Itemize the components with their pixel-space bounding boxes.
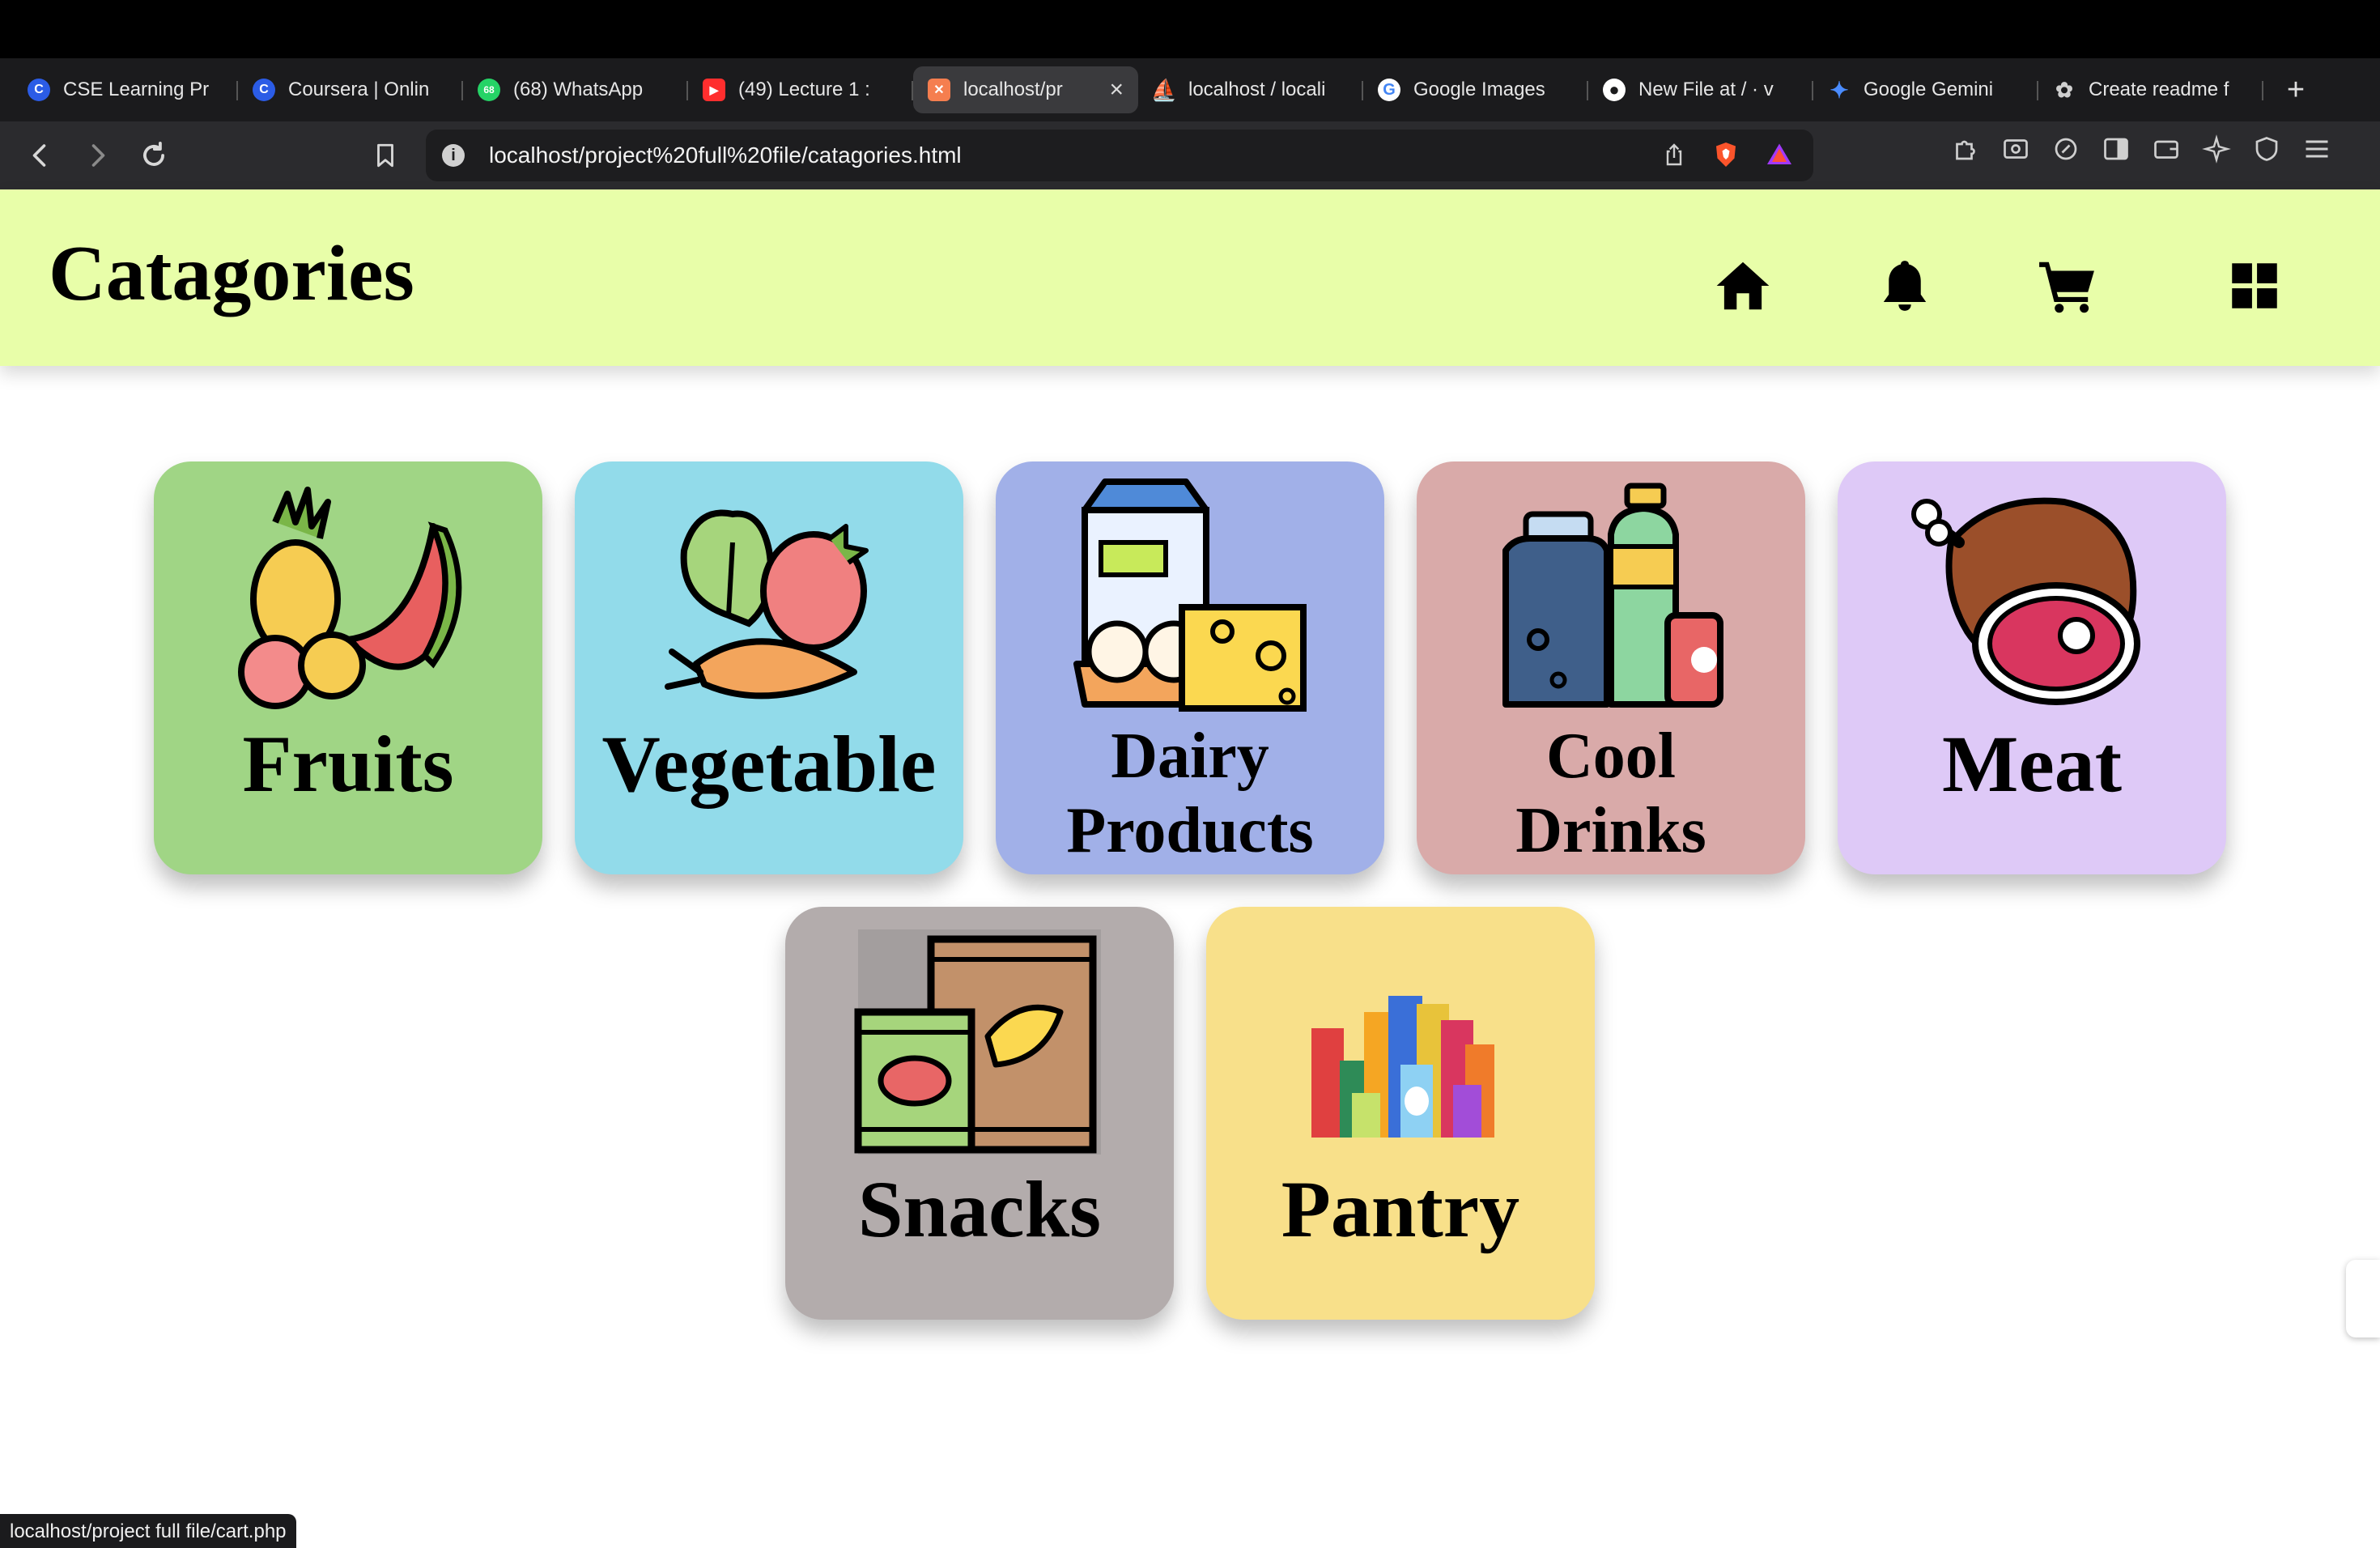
ai-sparkle-icon[interactable] <box>2202 134 2231 164</box>
google-icon: G <box>1378 79 1400 101</box>
reload-button[interactable] <box>130 131 178 180</box>
chatgpt-icon: ✿ <box>2055 77 2073 102</box>
side-panel-handle[interactable] <box>2346 1260 2380 1337</box>
browser-tab[interactable]: 68 (68) WhatsApp <box>463 66 688 113</box>
category-label: Meat <box>1941 719 2123 809</box>
share-icon[interactable] <box>1661 140 1687 169</box>
screenshot-icon[interactable] <box>2001 134 2030 164</box>
forward-button[interactable] <box>73 131 121 180</box>
coursera-icon: C <box>28 79 50 101</box>
chevron-right-icon <box>91 144 105 167</box>
vpn-shield-icon[interactable] <box>2252 134 2281 164</box>
xampp-icon: ✕ <box>928 79 950 101</box>
browser-tab[interactable]: ⛵ localhost / locali <box>1138 66 1363 113</box>
snacks-icon <box>850 923 1109 1158</box>
browser-tab[interactable]: ● New File at / · v <box>1588 66 1813 113</box>
category-label-line1: Dairy <box>1111 721 1269 792</box>
coursera-icon: C <box>253 79 275 101</box>
address-bar[interactable]: i localhost/project%20full%20file/catago… <box>426 130 1813 181</box>
home-icon[interactable] <box>1713 256 1773 316</box>
tab-label: localhost / locali <box>1188 79 1326 100</box>
github-icon: ● <box>1603 79 1626 101</box>
tab-label: Google Images <box>1413 79 1545 100</box>
category-card-pantry[interactable]: Pantry <box>1206 907 1595 1320</box>
window-titlebar <box>0 0 2380 58</box>
browser-tab[interactable]: ▶ (49) Lecture 1 : <box>688 66 913 113</box>
category-label: Fruits <box>242 719 454 809</box>
tab-strip: C CSE Learning Pr C Coursera | Onlin 68 … <box>0 58 2380 121</box>
gemini-icon: ✦ <box>1830 77 1849 103</box>
meat-icon <box>1902 478 2161 712</box>
site-info-icon[interactable]: i <box>442 144 465 167</box>
status-bar-link: localhost/project full file/cart.php <box>0 1514 296 1548</box>
category-label: Vegetable <box>601 719 937 809</box>
category-label-line1: Cool <box>1546 721 1676 792</box>
browser-tab[interactable]: ✿ Create readme f <box>2038 66 2263 113</box>
wallet-icon[interactable] <box>2152 134 2181 164</box>
category-label-line2: Drinks <box>1515 795 1706 866</box>
phpmyadmin-icon: ⛵ <box>1150 77 1178 102</box>
browser-tab[interactable]: C Coursera | Onlin <box>238 66 463 113</box>
category-card-dairy-products[interactable]: Dairy Products <box>996 461 1384 874</box>
tab-label: Coursera | Onlin <box>288 79 430 100</box>
new-tab-button[interactable]: + <box>2273 73 2318 108</box>
url-text[interactable]: localhost/project%20full%20file/catagori… <box>489 142 962 168</box>
whatsapp-icon: 68 <box>478 79 500 101</box>
reload-icon <box>143 142 164 166</box>
bookmark-icon <box>377 143 393 168</box>
page-title: Catagories <box>49 230 414 317</box>
category-card-cool-drinks[interactable]: Cool Drinks <box>1417 461 1805 874</box>
youtube-icon: ▶ <box>703 79 725 101</box>
tab-label: localhost/pr <box>963 79 1063 100</box>
browser-tab-active[interactable]: ✕ localhost/pr × <box>913 66 1138 113</box>
dairy-icon <box>1060 478 1320 712</box>
page-header: Catagories <box>0 189 2380 366</box>
fruits-icon <box>219 478 478 712</box>
brave-shield-icon[interactable] <box>1711 139 1740 170</box>
chevron-left-icon <box>32 144 46 167</box>
brave-rewards-icon[interactable] <box>1765 140 1794 169</box>
category-label: Snacks <box>857 1164 1102 1254</box>
menu-icon[interactable] <box>2302 134 2331 164</box>
browser-toolbar: i localhost/project%20full%20file/catago… <box>0 121 2380 189</box>
tab-label: (68) WhatsApp <box>513 79 644 100</box>
bookmark-button[interactable] <box>361 131 410 180</box>
tab-label: Create readme f <box>2089 79 2229 100</box>
bell-icon[interactable] <box>1875 256 1935 316</box>
browser-tab[interactable]: G Google Images <box>1363 66 1588 113</box>
tab-separator <box>2262 81 2263 100</box>
close-tab-icon[interactable]: × <box>1109 76 1124 104</box>
cart-icon[interactable] <box>2037 256 2097 316</box>
category-card-vegetable[interactable]: Vegetable <box>575 461 963 874</box>
tab-label: New File at / · v <box>1638 79 1774 100</box>
browser-tab[interactable]: ✦ Google Gemini <box>1813 66 2038 113</box>
browser-tab[interactable]: C CSE Learning Pr <box>13 66 238 113</box>
category-label: Pantry <box>1281 1164 1520 1254</box>
extensions-icon[interactable] <box>1951 134 1980 164</box>
pantry-icon <box>1271 923 1530 1158</box>
vegetable-icon <box>640 478 899 712</box>
tab-label: Google Gemini <box>1864 79 1994 100</box>
category-card-fruits[interactable]: Fruits <box>154 461 542 874</box>
category-card-snacks[interactable]: Snacks <box>785 907 1174 1320</box>
back-button[interactable] <box>16 131 65 180</box>
category-card-meat[interactable]: Meat <box>1838 461 2226 874</box>
category-label-line2: Products <box>1066 795 1314 866</box>
address-bar-actions <box>1661 139 1794 170</box>
tab-label: CSE Learning Pr <box>63 79 210 100</box>
extensions-area <box>1951 134 2331 164</box>
grid-icon[interactable] <box>2225 256 2284 316</box>
leo-icon[interactable] <box>2051 134 2080 164</box>
drinks-icon <box>1481 478 1740 712</box>
tab-label: (49) Lecture 1 : <box>738 79 870 100</box>
sidebar-icon[interactable] <box>2102 134 2131 164</box>
